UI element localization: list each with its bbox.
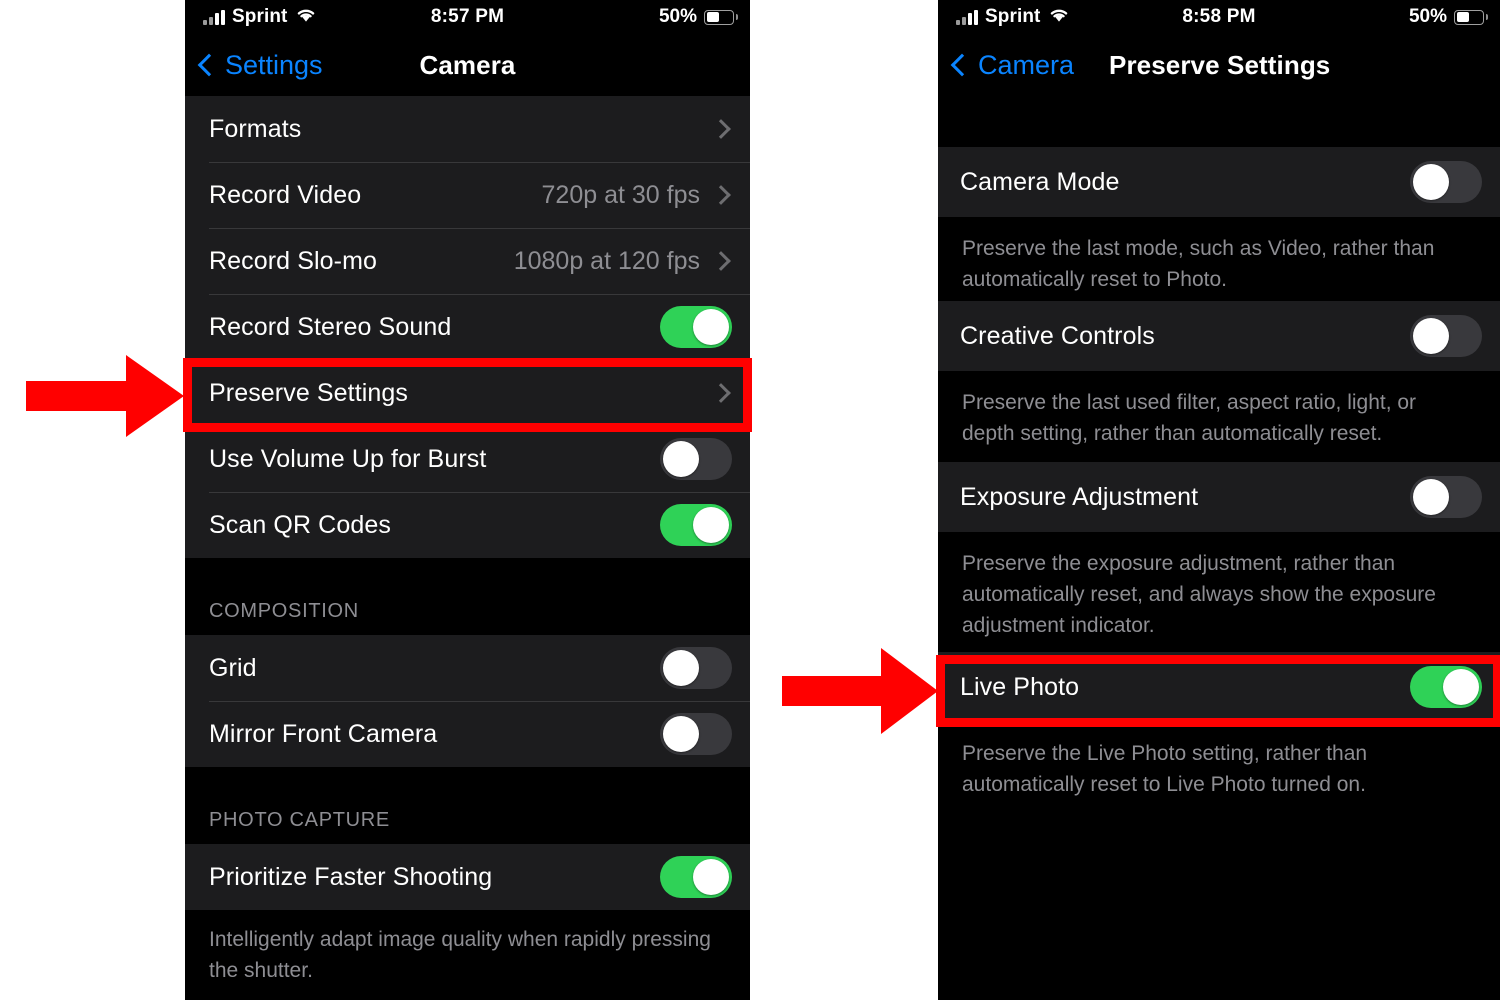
toggle-creative-controls[interactable] <box>1410 315 1482 357</box>
red-arrow-pointing-to-preserve-settings <box>26 355 184 437</box>
row-accessory <box>660 856 750 898</box>
toggle-exposure-adjustment[interactable] <box>1410 476 1482 518</box>
row-accessory: 1080p at 120 fps <box>514 247 750 276</box>
row-prioritize-faster-shooting[interactable]: Prioritize Faster Shooting <box>185 844 750 910</box>
battery-icon <box>1454 9 1488 25</box>
settings-group-creative-controls: Creative Controls <box>938 301 1500 371</box>
row-accessory <box>1410 476 1500 518</box>
row-value: 1080p at 120 fps <box>513 246 700 275</box>
row-accessory <box>660 647 750 689</box>
toggle-scan-qr-codes[interactable] <box>660 504 732 546</box>
description-exposure-adjustment: Preserve the exposure adjustment, rather… <box>938 532 1500 652</box>
row-accessory <box>660 438 750 480</box>
red-arrow-pointing-to-live-photo <box>782 648 938 734</box>
row-accessory <box>660 504 750 546</box>
row-accessory: 720p at 30 fps <box>542 181 750 210</box>
toggle-use-volume-up-for-burst[interactable] <box>660 438 732 480</box>
phone-screen-preserve-settings: Sprint 8:58 PM 50% Camera Preserve Setti… <box>938 0 1500 1000</box>
row-label: Scan QR Codes <box>209 510 391 539</box>
footer-note-photo-capture: Intelligently adapt image quality when r… <box>185 910 750 986</box>
chevron-right-icon <box>711 185 731 205</box>
settings-group-photo-capture: Prioritize Faster Shooting <box>185 844 750 910</box>
row-accessory <box>1410 315 1500 357</box>
page-title: Camera <box>419 49 516 80</box>
chevron-right-icon <box>711 251 731 271</box>
row-scan-qr-codes[interactable]: Scan QR Codes <box>185 492 750 558</box>
row-formats[interactable]: Formats <box>185 96 750 162</box>
row-accessory <box>1410 161 1500 203</box>
settings-group-exposure-adjustment: Exposure Adjustment <box>938 462 1500 532</box>
row-label: Record Slo-mo <box>209 246 378 275</box>
chevron-right-icon <box>711 383 731 403</box>
row-camera-mode[interactable]: Camera Mode <box>938 147 1500 217</box>
toggle-grid[interactable] <box>660 647 732 689</box>
battery-percent-label: 50% <box>658 6 697 27</box>
row-exposure-adjustment[interactable]: Exposure Adjustment <box>938 462 1500 532</box>
row-creative-controls[interactable]: Creative Controls <box>938 301 1500 371</box>
nav-bar-left: Settings Camera <box>185 34 750 96</box>
row-accessory <box>711 383 750 403</box>
phone-screen-camera-settings: Sprint 8:57 PM 50% Settings Camera Forma… <box>185 0 750 1000</box>
row-label: Creative Controls <box>960 321 1155 350</box>
row-record-stereo-sound[interactable]: Record Stereo Sound <box>185 294 750 360</box>
row-live-photo[interactable]: Live Photo <box>938 652 1500 722</box>
section-header-composition: COMPOSITION <box>185 600 750 635</box>
row-label: Exposure Adjustment <box>960 482 1199 511</box>
row-label: Record Video <box>209 180 362 209</box>
toggle-mirror-front-camera[interactable] <box>660 713 732 755</box>
row-mirror-front-camera[interactable]: Mirror Front Camera <box>185 701 750 767</box>
chevron-right-icon <box>711 119 731 139</box>
row-label: Grid <box>209 653 257 682</box>
section-spacer <box>185 558 750 600</box>
toggle-record-stereo-sound[interactable] <box>660 306 732 348</box>
status-bar-right: Sprint 8:58 PM 50% <box>938 0 1500 34</box>
row-label: Camera Mode <box>960 167 1120 196</box>
nav-bar-right: Camera Preserve Settings <box>938 34 1500 96</box>
row-accessory <box>660 713 750 755</box>
toggle-camera-mode[interactable] <box>1410 161 1482 203</box>
description-camera-mode: Preserve the last mode, such as Video, r… <box>938 217 1500 301</box>
row-label: Record Stereo Sound <box>209 312 452 341</box>
description-live-photo: Preserve the Live Photo setting, rather … <box>938 722 1500 800</box>
section-spacer <box>185 767 750 809</box>
screenshot-canvas: Sprint 8:57 PM 50% Settings Camera Forma… <box>0 0 1500 1000</box>
row-accessory <box>1410 666 1500 708</box>
row-label: Preserve Settings <box>209 378 409 407</box>
row-label: Mirror Front Camera <box>209 719 438 748</box>
settings-group-main: Formats Record Video 720p at 30 fps Reco… <box>185 96 750 558</box>
settings-group-live-photo: Live Photo <box>938 652 1500 722</box>
settings-group-camera-mode: Camera Mode <box>938 147 1500 217</box>
row-label: Use Volume Up for Burst <box>209 444 487 473</box>
status-bar-right-cluster: 50% <box>1409 0 1488 34</box>
page-title: Preserve Settings <box>1109 49 1331 80</box>
row-value: 720p at 30 fps <box>541 180 700 209</box>
row-label: Formats <box>209 114 302 143</box>
row-preserve-settings[interactable]: Preserve Settings <box>185 360 750 426</box>
battery-icon <box>704 9 738 25</box>
row-label: Prioritize Faster Shooting <box>209 862 493 891</box>
row-grid[interactable]: Grid <box>185 635 750 701</box>
row-use-volume-up-for-burst[interactable]: Use Volume Up for Burst <box>185 426 750 492</box>
toggle-live-photo[interactable] <box>1410 666 1482 708</box>
row-accessory <box>711 119 750 139</box>
status-bar-right-cluster: 50% <box>659 0 738 34</box>
battery-percent-label: 50% <box>1408 6 1447 27</box>
section-spacer <box>938 96 1500 147</box>
row-label: Live Photo <box>960 672 1080 701</box>
section-header-photo-capture: PHOTO CAPTURE <box>185 809 750 844</box>
row-record-video[interactable]: Record Video 720p at 30 fps <box>185 162 750 228</box>
settings-group-composition: Grid Mirror Front Camera <box>185 635 750 767</box>
row-accessory <box>660 306 750 348</box>
description-creative-controls: Preserve the last used filter, aspect ra… <box>938 371 1500 462</box>
row-record-slo-mo[interactable]: Record Slo-mo 1080p at 120 fps <box>185 228 750 294</box>
status-bar-left: Sprint 8:57 PM 50% <box>185 0 750 34</box>
toggle-prioritize-faster-shooting[interactable] <box>660 856 732 898</box>
